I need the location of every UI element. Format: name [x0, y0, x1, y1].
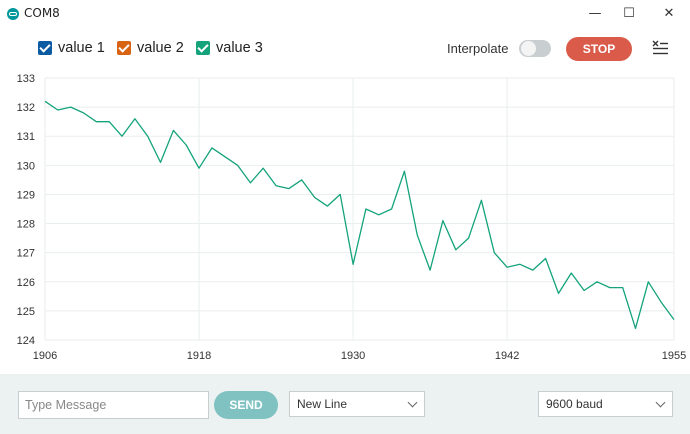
- baud-rate-value: 9600 baud: [546, 397, 603, 411]
- plot-area: 124 125 126 127 128 129 130 131 132 133 1906 1918 19…: [0, 70, 690, 372]
- clear-list-icon[interactable]: [652, 40, 668, 56]
- data-point: [56, 109, 59, 112]
- data-point: [608, 286, 611, 289]
- toggle-knob: [521, 41, 536, 56]
- data-point: [287, 187, 290, 190]
- data-point: [673, 318, 676, 321]
- line-ending-select[interactable]: New Line: [289, 391, 425, 417]
- y-tick-label: 132: [17, 102, 35, 114]
- data-point: [300, 178, 303, 181]
- data-point: [223, 155, 226, 158]
- legend-label: value 2: [137, 40, 184, 56]
- data-point: [262, 167, 265, 170]
- send-button[interactable]: SEND: [214, 391, 278, 419]
- maximize-button[interactable]: ☐: [612, 0, 646, 30]
- bottom-bar: SEND New Line 9600 baud: [0, 374, 690, 434]
- data-point: [108, 120, 111, 123]
- data-point: [275, 184, 278, 187]
- data-point: [480, 199, 483, 202]
- minimize-button[interactable]: —: [578, 0, 612, 30]
- x-tick-label: 1918: [187, 350, 211, 362]
- data-point: [493, 251, 496, 254]
- data-point: [544, 257, 547, 260]
- chevron-down-icon: [655, 397, 666, 408]
- data-point: [647, 280, 650, 283]
- data-point: [159, 161, 162, 164]
- y-tick-label: 124: [17, 335, 35, 347]
- data-point: [313, 196, 316, 199]
- data-point: [390, 208, 393, 211]
- window-title: COM8: [24, 6, 60, 20]
- data-point: [339, 193, 342, 196]
- data-point: [403, 170, 406, 173]
- y-tick-label: 133: [17, 73, 35, 85]
- data-point: [121, 135, 124, 138]
- data-point: [249, 181, 252, 184]
- data-point: [44, 100, 47, 103]
- line-chart: 124 125 126 127 128 129 130 131 132 133 1906 1918 19…: [17, 73, 687, 362]
- data-point: [133, 117, 136, 120]
- interpolate-label: Interpolate: [447, 41, 509, 56]
- data-point: [352, 263, 355, 266]
- data-point: [429, 269, 432, 272]
- data-point: [557, 292, 560, 295]
- legend-value-2[interactable]: value 2: [117, 40, 184, 56]
- data-point: [69, 106, 72, 109]
- checkbox-value-3[interactable]: [196, 41, 210, 55]
- data-point: [364, 208, 367, 211]
- data-point: [185, 143, 188, 146]
- data-point: [531, 269, 534, 272]
- data-point: [518, 263, 521, 266]
- legend-label: value 3: [216, 40, 263, 56]
- toolbar: value 1 value 2 value 3 Interpolate STOP: [0, 30, 690, 70]
- legend-label: value 1: [58, 40, 105, 56]
- y-tick-label: 126: [17, 277, 35, 289]
- data-point: [236, 164, 239, 167]
- data-point: [172, 129, 175, 132]
- data-point: [506, 266, 509, 269]
- legend-value-3[interactable]: value 3: [196, 40, 263, 56]
- x-tick-label: 1930: [341, 350, 365, 362]
- data-point: [377, 213, 380, 216]
- data-point: [146, 135, 149, 138]
- baud-rate-select[interactable]: 9600 baud: [538, 391, 673, 417]
- y-tick-label: 127: [17, 248, 35, 260]
- y-tick-label: 128: [17, 219, 35, 231]
- data-point: [82, 111, 85, 114]
- close-button[interactable]: ✕: [652, 0, 686, 30]
- data-point: [454, 248, 457, 251]
- data-point: [570, 272, 573, 275]
- stop-button[interactable]: STOP: [566, 37, 632, 61]
- data-point: [467, 237, 470, 240]
- y-tick-label: 131: [17, 131, 35, 143]
- y-tick-label: 125: [17, 306, 35, 318]
- data-point: [416, 234, 419, 237]
- x-tick-label: 1942: [495, 350, 519, 362]
- series-line-value-3: [44, 100, 675, 330]
- chevron-down-icon: [407, 397, 418, 408]
- data-point: [660, 301, 663, 304]
- data-point: [326, 205, 329, 208]
- y-tick-label: 130: [17, 160, 35, 172]
- y-tick-label: 129: [17, 189, 35, 201]
- interpolate-toggle[interactable]: [519, 40, 551, 57]
- x-tick-label: 1906: [33, 350, 57, 362]
- legend-value-1[interactable]: value 1: [38, 40, 105, 56]
- data-point: [595, 280, 598, 283]
- data-point: [95, 120, 98, 123]
- arduino-icon: [7, 8, 19, 20]
- data-point: [583, 289, 586, 292]
- line-ending-value: New Line: [297, 397, 348, 411]
- message-input[interactable]: [18, 391, 209, 419]
- data-point: [621, 286, 624, 289]
- checkbox-value-2[interactable]: [117, 41, 131, 55]
- data-point: [634, 327, 637, 330]
- data-point: [198, 167, 201, 170]
- data-point: [441, 219, 444, 222]
- x-tick-label: 1955: [662, 350, 686, 362]
- checkbox-value-1[interactable]: [38, 41, 52, 55]
- title-bar: COM8 — ☐ ✕: [0, 0, 690, 30]
- data-point: [210, 146, 213, 149]
